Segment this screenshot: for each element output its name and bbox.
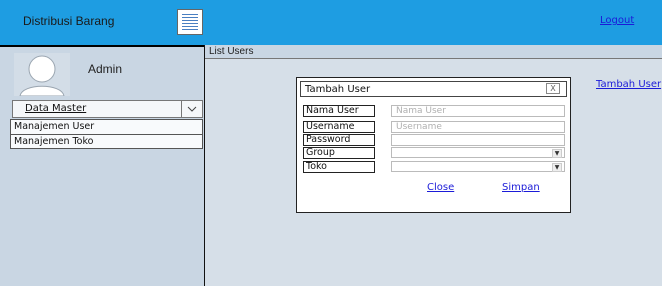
menu-item-manajemen-toko[interactable]: Manajemen Toko <box>11 135 202 149</box>
dropdown-arrow-icon: ▼ <box>552 149 562 158</box>
toko-label: Toko <box>303 161 375 173</box>
panel-title: List Users <box>209 46 254 57</box>
top-header: Distribusi Barang Logout <box>0 0 662 45</box>
menu-item-manajemen-user[interactable]: Manajemen User <box>11 120 202 135</box>
hamburger-menu-icon[interactable] <box>177 9 203 35</box>
user-avatar-icon <box>14 53 70 96</box>
nama-user-input[interactable]: Nama User <box>391 105 565 117</box>
username-label: Username <box>303 121 375 133</box>
close-icon[interactable]: X <box>546 83 560 94</box>
password-input[interactable] <box>391 134 565 146</box>
dropdown-arrow-icon: ▼ <box>552 163 562 172</box>
user-name: Admin <box>88 62 123 76</box>
username-input[interactable]: Username <box>391 121 565 133</box>
data-master-menu: Manajemen User Manajemen Toko <box>10 119 203 149</box>
logout-link[interactable]: Logout <box>600 15 634 26</box>
sidebar: Admin Data Master Manajemen User Manajem… <box>0 45 205 286</box>
nama-user-label: Nama User <box>303 105 375 117</box>
close-button[interactable]: Close <box>427 182 454 193</box>
tambah-user-modal: Tambah User X Nama User Nama User Userna… <box>296 77 571 213</box>
group-label: Group <box>303 147 375 159</box>
sidebar-divider <box>0 45 204 47</box>
simpan-button[interactable]: Simpan <box>502 182 540 193</box>
main-panel: List Users Tambah User Tambah User X Nam… <box>205 45 662 286</box>
modal-titlebar: Tambah User X <box>300 81 567 97</box>
panel-header: List Users <box>205 45 662 59</box>
data-master-dropdown[interactable]: Data Master <box>12 100 203 118</box>
modal-title: Tambah User <box>305 84 371 95</box>
group-select[interactable]: ▼ <box>391 147 565 158</box>
toko-select[interactable]: ▼ <box>391 161 565 172</box>
tambah-user-link[interactable]: Tambah User <box>596 79 661 90</box>
app-title: Distribusi Barang <box>23 14 115 28</box>
password-label: Password <box>303 134 375 146</box>
dropdown-label: Data Master <box>25 103 87 114</box>
chevron-down-icon[interactable] <box>181 101 202 117</box>
